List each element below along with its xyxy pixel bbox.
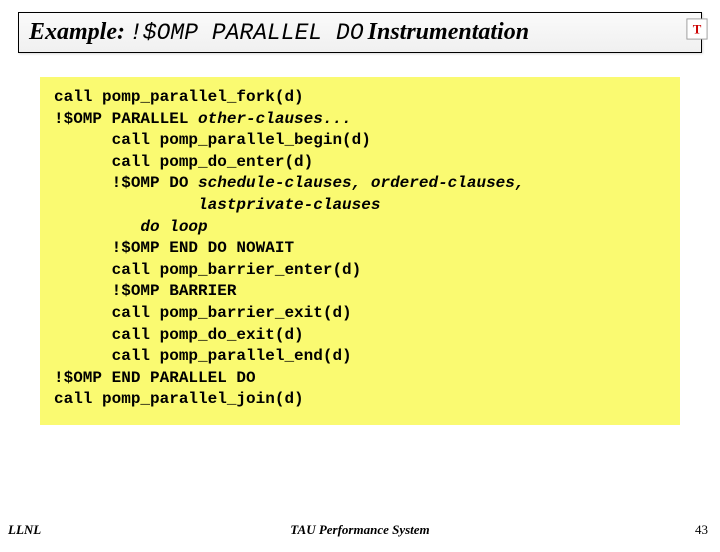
- code-block: call pomp_parallel_fork(d) !$OMP PARALLE…: [40, 77, 680, 425]
- code-line: call pomp_parallel_end(d): [54, 347, 352, 365]
- footer-center: TAU Performance System: [0, 522, 720, 538]
- code-line: call pomp_barrier_enter(d): [54, 261, 361, 279]
- code-line-italic: other-clauses...: [198, 110, 352, 128]
- code-line: call pomp_parallel_join(d): [54, 390, 304, 408]
- svg-text:T: T: [693, 23, 702, 37]
- title-mono: !$OMP PARALLEL DO: [129, 20, 364, 46]
- slide-title-bar: Example: !$OMP PARALLEL DO Instrumentati…: [18, 12, 702, 53]
- code-line: !$OMP PARALLEL: [54, 110, 198, 128]
- code-line-italic: do loop: [54, 218, 208, 236]
- title-suffix: Instrumentation: [368, 19, 529, 45]
- code-line: call pomp_parallel_begin(d): [54, 131, 371, 149]
- code-line: call pomp_barrier_exit(d): [54, 304, 352, 322]
- code-line: call pomp_do_enter(d): [54, 153, 313, 171]
- code-line: !$OMP DO: [54, 174, 198, 192]
- title-prefix: Example:: [29, 19, 125, 45]
- code-line-italic: lastprivate-clauses: [54, 196, 380, 214]
- code-line: call pomp_parallel_fork(d): [54, 88, 304, 106]
- tau-logo-icon: T: [686, 18, 708, 40]
- code-line: !$OMP END PARALLEL DO: [54, 369, 256, 387]
- code-line-italic: schedule-clauses, ordered-clauses,: [198, 174, 524, 192]
- code-line: !$OMP BARRIER: [54, 282, 236, 300]
- code-line: call pomp_do_exit(d): [54, 326, 304, 344]
- footer-page-number: 43: [695, 522, 708, 538]
- code-line: !$OMP END DO NOWAIT: [54, 239, 294, 257]
